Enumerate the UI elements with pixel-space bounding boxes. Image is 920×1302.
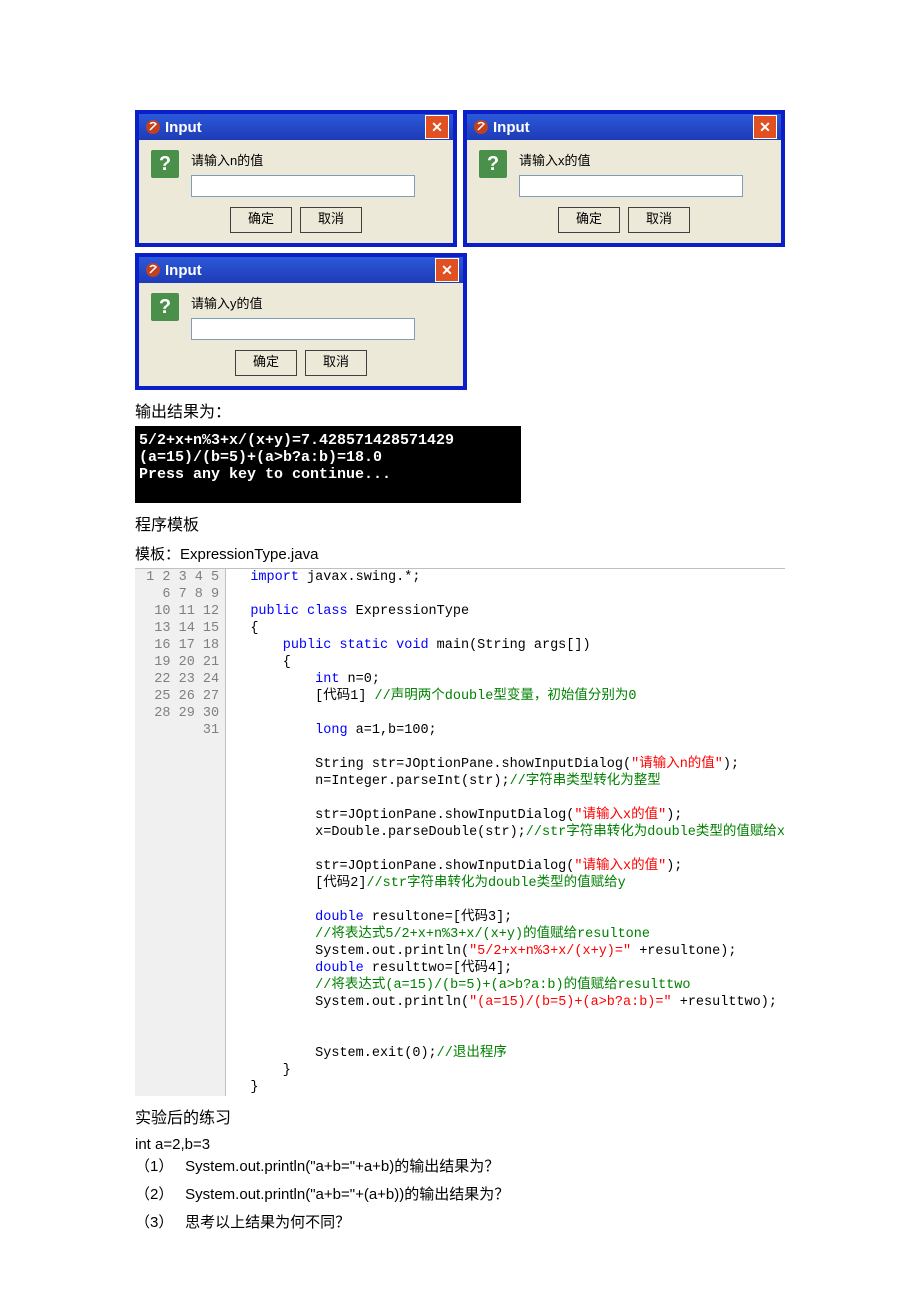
title-text: Input	[165, 119, 202, 136]
java-icon	[145, 262, 161, 278]
prompt-label: 请输入x的值	[519, 150, 769, 169]
template-subheading: 模板：ExpressionType.java	[135, 543, 785, 564]
output-heading: 输出结果为：	[135, 398, 785, 422]
ok-button[interactable]: 确定	[558, 207, 620, 233]
input-dialog-y: Input ✕ ? 请输入y的值 确定 取消	[135, 253, 467, 390]
line-gutter: 1 2 3 4 5 6 7 8 9 10 11 12 13 14 15 16 1…	[135, 569, 226, 1096]
java-icon	[473, 119, 489, 135]
value-input[interactable]	[191, 175, 415, 197]
titlebar: Input ✕	[467, 114, 781, 140]
question-icon: ?	[151, 150, 179, 178]
question-icon: ?	[479, 150, 507, 178]
code-content: import javax.swing.*; public class Expre…	[226, 569, 785, 1096]
value-input[interactable]	[519, 175, 743, 197]
close-button[interactable]: ✕	[753, 115, 777, 139]
question-3: （3） 思考以上结果为何不同？	[135, 1209, 785, 1237]
input-dialog-n: Input ✕ ? 请输入n的值 确定 取消	[135, 110, 457, 247]
question-icon: ?	[151, 293, 179, 321]
title-text: Input	[165, 262, 202, 279]
cancel-button[interactable]: 取消	[300, 207, 362, 233]
ok-button[interactable]: 确定	[235, 350, 297, 376]
prompt-label: 请输入n的值	[191, 150, 441, 169]
close-button[interactable]: ✕	[435, 258, 459, 282]
exercise-heading: 实验后的练习	[135, 1104, 785, 1128]
question-2: （2） System.out.println("a+b="+(a+b))的输出结…	[135, 1181, 785, 1209]
page: Input ✕ ? 请输入n的值 确定 取消	[0, 0, 920, 1297]
exercise-intro: int a=2,b=3	[135, 1136, 785, 1153]
template-heading: 程序模板	[135, 511, 785, 535]
ok-button[interactable]: 确定	[230, 207, 292, 233]
cancel-button[interactable]: 取消	[628, 207, 690, 233]
code-block: 1 2 3 4 5 6 7 8 9 10 11 12 13 14 15 16 1…	[135, 568, 785, 1096]
input-dialog-x: Input ✕ ? 请输入x的值 确定 取消	[463, 110, 785, 247]
prompt-label: 请输入y的值	[191, 293, 451, 312]
cancel-button[interactable]: 取消	[305, 350, 367, 376]
java-icon	[145, 119, 161, 135]
title-text: Input	[493, 119, 530, 136]
titlebar: Input ✕	[139, 257, 463, 283]
value-input[interactable]	[191, 318, 415, 340]
dialog-row-2: Input ✕ ? 请输入y的值 确定 取消	[135, 253, 785, 390]
close-button[interactable]: ✕	[425, 115, 449, 139]
console-output: 5/2+x+n%3+x/(x+y)=7.428571428571429 (a=1…	[135, 426, 521, 503]
titlebar: Input ✕	[139, 114, 453, 140]
dialog-row-1: Input ✕ ? 请输入n的值 确定 取消	[135, 110, 785, 247]
question-list: （1） System.out.println("a+b="+a+b)的输出结果为…	[135, 1153, 785, 1237]
question-1: （1） System.out.println("a+b="+a+b)的输出结果为…	[135, 1153, 785, 1181]
